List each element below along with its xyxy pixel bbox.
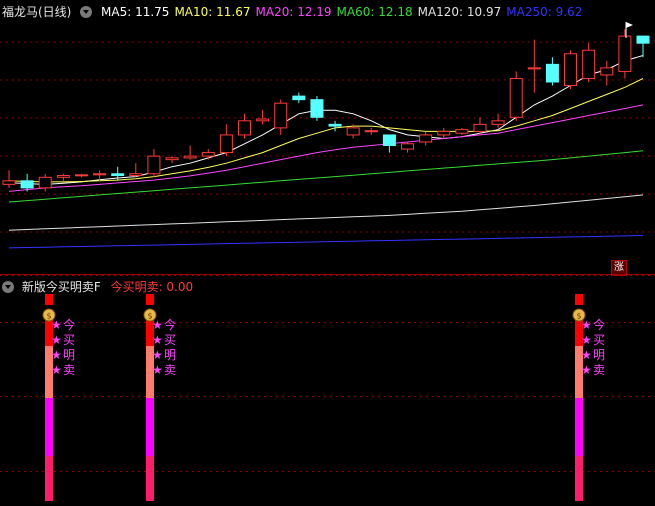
- indicator-legend: 新版今买明卖F 今买明卖: 0.00: [2, 279, 193, 295]
- signal-bar-top-0: [45, 294, 53, 305]
- indicator-panel[interactable]: $ ★ 今 ★ 买 ★ 明 ★ 卖 $ ★ 今 ★ 买 ★ 明 ★ 卖 $ ★ 今 ★ 买 ★ 明 ★ 卖 新版今买明卖F 今买明卖…: [0, 275, 655, 506]
- star-icon: ★: [152, 363, 163, 377]
- signal-bar-bottom-1: [146, 456, 154, 501]
- main-chart-legend: 福龙马(日线) MA5: 11.75 MA10: 11.67 MA20: 12.19…: [0, 4, 592, 20]
- star-icon: ★: [581, 318, 592, 332]
- candle-body-26: [473, 123, 487, 132]
- collapse-icon[interactable]: [2, 281, 14, 293]
- signal-bar-magenta-0: [45, 398, 53, 456]
- ma-values: MA5: 11.75 MA10: 11.67 MA20: 12.19 MA60: 12…: [101, 4, 587, 20]
- main-chart-panel[interactable]: 福龙马(日线) MA5: 11.75 MA10: 11.67 MA20: 12.19…: [0, 0, 655, 276]
- candle-body-28: [509, 77, 523, 118]
- ma-label-2: MA20: 12.19: [255, 5, 332, 19]
- signal-label-3: 卖: [63, 363, 75, 377]
- candle-body-0: [2, 180, 16, 185]
- flag-cloth: [626, 22, 633, 28]
- candle-body-3: [56, 175, 70, 178]
- signal-label-1: 买: [63, 333, 75, 347]
- indicator-chart[interactable]: $★ 今★ 买★ 明★ 卖 $★ 今★ 买★ 明★ 卖 $★ 今★ 买★ 明★ 卖: [0, 275, 655, 506]
- candle-body-22: [401, 143, 415, 150]
- ma-line-ma250: [8, 235, 644, 249]
- candle-body-25: [455, 129, 469, 134]
- candle-body-31: [564, 53, 578, 87]
- star-icon: ★: [152, 348, 163, 362]
- signal-bar-0: $★ 今★ 买★ 明★ 卖: [42, 294, 75, 501]
- candle-body-10: [183, 155, 197, 159]
- signal-label-2: 明: [63, 348, 75, 362]
- signal-label-3: 卖: [593, 363, 605, 377]
- candle-body-35: [636, 35, 650, 44]
- signal-bar-top-2: [575, 294, 583, 305]
- candle-body-17: [310, 99, 324, 118]
- candle-body-27: [491, 120, 505, 125]
- ma-label-0: MA5: 11.75: [101, 5, 170, 19]
- star-icon: ★: [51, 333, 62, 347]
- signal-label-0: 今: [164, 317, 176, 332]
- candle-body-4: [74, 174, 88, 177]
- candle-body-30: [545, 63, 559, 83]
- ma-label-1: MA10: 11.67: [174, 5, 251, 19]
- candle-body-2: [38, 176, 52, 189]
- ma-label-5: MA250: 9.62: [506, 5, 583, 19]
- candle-body-5: [93, 173, 107, 176]
- star-icon: ★: [51, 318, 62, 332]
- signal-bar-1: $★ 今★ 买★ 明★ 卖: [143, 294, 176, 501]
- candle-body-18: [328, 123, 342, 127]
- candle-body-15: [274, 102, 288, 129]
- stock-title: 福龙马(日线): [2, 5, 72, 19]
- ma-label-3: MA60: 12.18: [336, 5, 413, 19]
- indicator-name: 新版今买明卖F: [21, 280, 101, 294]
- candle-body-16: [292, 95, 306, 101]
- indicator-value: 今买明卖: 0.00: [110, 280, 194, 294]
- candle-body-33: [600, 67, 614, 76]
- collapse-icon[interactable]: [80, 6, 93, 18]
- signal-bar-2: $★ 今★ 买★ 明★ 卖: [572, 294, 605, 501]
- signal-label-1: 买: [593, 333, 605, 347]
- signal-bar-bottom-2: [575, 456, 583, 501]
- candle-body-14: [256, 118, 270, 122]
- candle-body-29: [527, 67, 541, 70]
- star-icon: ★: [581, 348, 592, 362]
- candle-body-12: [219, 134, 233, 154]
- signal-bar-bottom-0: [45, 456, 53, 501]
- star-icon: ★: [51, 363, 62, 377]
- signal-label-2: 明: [593, 348, 605, 362]
- star-icon: ★: [581, 363, 592, 377]
- signal-label-1: 买: [164, 333, 176, 347]
- signal-bar-top-1: [146, 294, 154, 305]
- candle-body-11: [201, 152, 215, 157]
- star-icon: ★: [581, 333, 592, 347]
- ma-line-ma120: [8, 194, 644, 231]
- candle-body-24: [437, 130, 451, 136]
- candle-body-34: [618, 35, 632, 72]
- ma-line-ma10: [8, 78, 644, 183]
- candlestick-chart[interactable]: [0, 0, 655, 274]
- candle-body-20: [364, 130, 378, 133]
- signal-label-0: 今: [63, 317, 75, 332]
- candle-body-9: [165, 157, 179, 161]
- candle-body-32: [582, 49, 596, 79]
- signal-label-0: 今: [593, 317, 605, 332]
- signal-label-3: 卖: [164, 363, 176, 377]
- flag-icon: [625, 22, 633, 38]
- star-icon: ★: [152, 318, 163, 332]
- signal-label-2: 明: [164, 348, 176, 362]
- star-icon: ★: [152, 333, 163, 347]
- star-icon: ★: [51, 348, 62, 362]
- candle-body-13: [237, 120, 251, 136]
- candle-body-19: [346, 127, 360, 136]
- candle-body-23: [419, 134, 433, 143]
- candle-body-21: [382, 134, 396, 147]
- signal-bar-magenta-2: [575, 398, 583, 456]
- candle-body-8: [147, 155, 161, 175]
- ma-label-4: MA120: 10.97: [417, 5, 502, 19]
- candle-body-6: [111, 173, 125, 177]
- candle-body-7: [129, 173, 143, 177]
- candle-body-1: [20, 180, 34, 189]
- signal-bar-magenta-1: [146, 398, 154, 456]
